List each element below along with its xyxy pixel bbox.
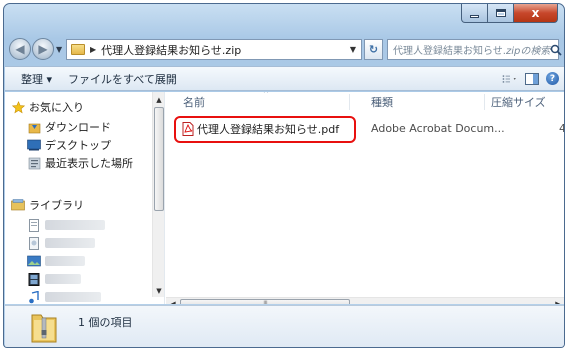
downloads-icon [27,121,41,134]
search-placeholder: 代理人登録結果お知らせ.zipの検索 [393,46,551,57]
image-library-icon [27,255,41,268]
nav-item-library-pictures[interactable] [5,234,95,252]
column-divider[interactable] [349,94,350,110]
document-library-icon [27,218,41,232]
nav-item-desktop[interactable]: デスクトップ [5,136,111,154]
file-list-pane: 名前 ^ 種類 圧縮サイズ 代理人登録結果お知らせ.pdf Adobe Acro… [166,92,564,304]
file-type: Adobe Acrobat Docum... [371,122,505,135]
nav-item-library-music[interactable] [5,288,101,304]
zip-folder-icon [31,311,57,343]
address-dropdown-icon[interactable]: ▼ [350,45,356,54]
file-compressed-size: 4 [559,122,564,135]
redacted-label [45,256,85,266]
item-count: 1 個の項目 [78,316,133,329]
recent-pages-dropdown[interactable]: ▼ [56,45,62,54]
refresh-button[interactable]: ↻ [364,39,383,60]
extract-all-button[interactable]: ファイルをすべて展開 [68,71,177,87]
column-header-type[interactable]: 種類 [371,92,393,112]
command-bar: 整理 ▾ ファイルをすべて展開 ? [5,66,564,91]
nav-vertical-scrollbar[interactable]: ▲ ▼ [152,92,164,297]
column-header-name[interactable]: 名前 ^ [183,92,269,112]
redacted-label [45,274,81,284]
view-options-icon[interactable] [502,71,518,86]
scroll-thumb[interactable]: ||| [180,299,350,304]
nav-item-label: ライブラリ [29,199,84,212]
recent-places-icon [27,157,41,170]
folder-icon [71,44,85,55]
breadcrumb-item[interactable]: 代理人登録結果お知らせ.zip [101,42,241,58]
scroll-left-icon[interactable]: ◀ [167,298,179,304]
address-bar[interactable]: ▶ 代理人登録結果お知らせ.zip ▼ [66,39,362,60]
maximize-icon [495,9,506,17]
nav-item-libraries[interactable]: ライブラリ [5,196,84,214]
desktop-icon [27,139,41,152]
organize-menu[interactable]: 整理 ▾ [21,71,52,87]
forward-arrow-icon: ▶ [38,42,48,56]
explorer-window: x ◀ ▶ ▼ ▶ 代理人登録結果お知らせ.zip ▼ ↻ 代理人登録結果お知ら… [3,3,565,348]
close-button[interactable]: x [514,4,558,23]
nav-item-label: お気に入り [29,101,84,114]
video-library-icon [27,272,41,286]
pdf-file-icon [182,122,194,136]
music-library-icon [27,290,41,304]
refresh-icon: ↻ [368,43,379,56]
content-area: お気に入り ダウンロード デスクトップ 最近表示した場所 ライブラリ ▲ ▼ 名… [5,92,564,304]
search-icon[interactable] [550,44,562,56]
forward-button[interactable]: ▶ [32,38,54,60]
sort-ascending-icon: ^ [263,92,269,98]
view-controls: ? [502,71,559,86]
column-header-compressed-size[interactable]: 圧縮サイズ [491,92,546,112]
star-icon [11,100,25,114]
redacted-label [45,238,95,248]
back-button[interactable]: ◀ [9,38,31,60]
nav-item-library-images[interactable] [5,252,85,270]
search-input[interactable]: 代理人登録結果お知らせ.zipの検索 [387,39,562,60]
scroll-thumb[interactable] [154,107,164,211]
nav-item-library-videos[interactable] [5,270,81,288]
nav-item-label: 最近表示した場所 [45,157,133,170]
file-name: 代理人登録結果お知らせ.pdf [197,123,340,136]
scroll-up-icon[interactable]: ▲ [153,93,164,106]
maximize-button[interactable] [488,4,514,23]
nav-item-library-documents[interactable] [5,216,105,234]
scroll-down-icon[interactable]: ▼ [153,284,164,297]
libraries-icon [11,199,25,212]
file-row[interactable]: 代理人登録結果お知らせ.pdf Adobe Acrobat Docum... 4 [172,116,564,143]
caption-buttons: x [461,4,558,24]
help-icon[interactable]: ? [546,72,559,85]
column-divider[interactable] [484,94,485,110]
address-row: ◀ ▶ ▼ ▶ 代理人登録結果お知らせ.zip ▼ ↻ 代理人登録結果お知らせ.… [4,37,564,63]
minimize-icon [470,14,479,18]
file-name-cell[interactable]: 代理人登録結果お知らせ.pdf [182,121,339,137]
nav-item-recent-places[interactable]: 最近表示した場所 [5,154,133,172]
nav-item-favorites[interactable]: お気に入り [5,98,84,116]
preview-pane-icon[interactable] [524,71,540,86]
back-arrow-icon: ◀ [15,42,25,56]
details-pane: 1 個の項目 [5,305,564,347]
picture-library-icon [27,236,41,250]
redacted-label [45,220,105,230]
breadcrumb-separator-icon[interactable]: ▶ [90,45,96,54]
navigation-pane: お気に入り ダウンロード デスクトップ 最近表示した場所 ライブラリ ▲ ▼ [5,92,165,304]
redacted-label [45,292,101,302]
nav-item-label: デスクトップ [45,139,111,152]
scroll-right-icon[interactable]: ▶ [552,298,564,304]
minimize-button[interactable] [461,4,488,23]
file-horizontal-scrollbar[interactable]: ◀ ||| ▶ [166,297,564,304]
nav-item-label: ダウンロード [45,121,111,134]
nav-item-downloads[interactable]: ダウンロード [5,118,111,136]
close-icon: x [531,6,540,20]
